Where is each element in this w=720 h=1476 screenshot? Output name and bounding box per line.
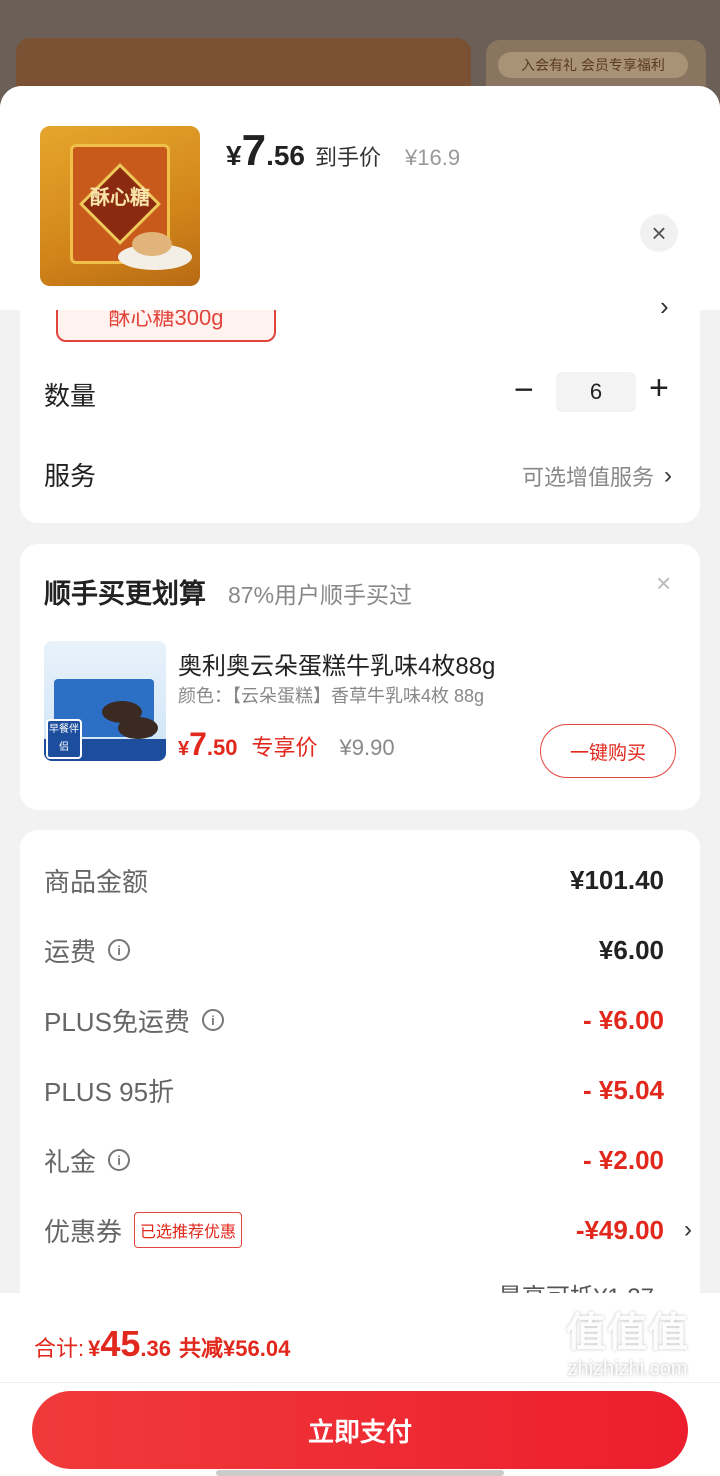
service-label: 服务 <box>44 461 97 491</box>
upsell-product-name[interactable]: 奥利奥云朵蛋糕牛乳味4枚88g <box>178 646 495 681</box>
options-section: 酥心糖300g 数量 − 6 + 服务 可选增值服务 › <box>20 280 700 523</box>
service-hint-text: 可选增值服务 <box>521 465 654 490</box>
total-decimal: .36 <box>140 1336 172 1361</box>
divider <box>0 1382 720 1383</box>
chevron-right-icon: › <box>664 462 672 489</box>
cake-graphic <box>132 232 172 256</box>
upsell-product-spec: 颜色：【云朵蛋糕】香草牛乳味4枚 88g <box>178 686 485 706</box>
product-thumbnail[interactable]: 酥心糖 <box>40 126 200 286</box>
upsell-price-tag: 专享价 <box>251 735 318 760</box>
total-integer: 45 <box>100 1323 141 1364</box>
fee-row-value: ¥101.40 <box>570 864 664 895</box>
upsell-price-integer: 7 <box>189 726 207 762</box>
price-label: 到手价 <box>315 145 382 170</box>
fee-row-label: 运费 i <box>44 932 131 969</box>
home-indicator <box>216 1470 504 1476</box>
fee-row: 礼金 i - ¥2.00 <box>44 1140 664 1180</box>
quantity-label: 数量 <box>44 381 97 411</box>
close-icon[interactable]: × <box>656 568 671 599</box>
upsell-price-decimal: .50 <box>206 735 238 760</box>
info-icon[interactable]: i <box>201 1009 224 1031</box>
upsell-subtitle: 87%用户顺手买过 <box>228 582 413 608</box>
info-icon[interactable]: i <box>108 1149 131 1171</box>
product-image-badge: 早餐伴侣 <box>46 719 82 759</box>
one-click-buy-button[interactable]: 一键购买 <box>540 724 676 778</box>
original-price: ¥16.9 <box>405 145 461 170</box>
fee-label-text: 优惠券 <box>44 1216 123 1247</box>
chevron-right-icon: › <box>684 1216 692 1243</box>
upsell-original-price: ¥9.90 <box>339 735 395 760</box>
total-currency: ¥ <box>88 1336 101 1361</box>
upsell-price-currency: ¥ <box>178 738 190 760</box>
cookie-graphic <box>118 717 158 739</box>
fee-row-label: 商品金额 <box>44 862 148 899</box>
total-saved: 共减¥56.04 <box>179 1336 291 1361</box>
fee-row-label: PLUS 95折 <box>44 1072 174 1109</box>
fee-label-text: PLUS 95折 <box>44 1076 175 1107</box>
info-icon[interactable]: i <box>108 939 131 961</box>
upsell-title: 顺手买更划算 <box>44 579 206 609</box>
watermark-url: zhizhizhi.com <box>567 1358 688 1380</box>
quantity-increase-button[interactable]: + <box>649 368 669 408</box>
upsell-product-image[interactable]: 早餐伴侣 <box>44 641 166 761</box>
checkout-sheet: 酥心糖 ¥ 7 .56 到手价 ¥16.9 × › 酥心糖300g 数量 − 6… <box>0 86 720 1476</box>
price-currency: ¥ <box>226 140 242 171</box>
close-icon[interactable]: × <box>640 214 678 252</box>
product-header: 酥心糖 ¥ 7 .56 到手价 ¥16.9 × › <box>0 86 720 321</box>
fee-row-value: - ¥2.00 <box>583 1144 664 1175</box>
package-text: 酥心糖 <box>90 187 150 209</box>
price-integer: 7 <box>241 126 267 175</box>
member-banner-tag: 入会有礼 会员专享福利 <box>498 52 688 78</box>
chevron-right-icon[interactable]: › <box>660 291 669 322</box>
fee-row-label: PLUS免运费 i <box>44 1002 224 1039</box>
upsell-price: ¥ 7 .50 专享价 ¥9.90 <box>178 726 395 763</box>
quantity-input[interactable]: 6 <box>556 372 636 412</box>
site-watermark: 值值值 zhizhizhi.com <box>566 1300 689 1381</box>
fee-breakdown-section: 商品金额 ¥101.40 运费 i ¥6.00 PLUS免运费 i - ¥6.00 PLUS 9… <box>20 830 700 1310</box>
service-selector[interactable]: 可选增值服务 › <box>522 460 672 492</box>
quantity-decrease-button[interactable]: − <box>514 370 534 410</box>
coupon-recommended-tag: 已选推荐优惠 <box>134 1212 243 1248</box>
fee-row-value: ¥6.00 <box>598 934 664 965</box>
final-price: ¥ 7 .56 到手价 ¥16.9 <box>226 126 460 176</box>
fee-row: PLUS 95折 - ¥5.04 <box>44 1070 664 1110</box>
fee-label-text: 礼金 <box>44 1146 97 1177</box>
upsell-section: 顺手买更划算 87%用户顺手买过 × 早餐伴侣 奥利奥云朵蛋糕牛乳味4枚88g … <box>20 544 700 810</box>
fee-row-value: - ¥5.04 <box>583 1074 664 1105</box>
fee-row: 运费 i ¥6.00 <box>44 930 664 970</box>
fee-row[interactable]: 优惠券 已选推荐优惠 -¥49.00 › <box>44 1210 692 1250</box>
total-label: 合计: <box>34 1336 85 1361</box>
fee-label-text: 运费 <box>44 936 97 967</box>
fee-row-value: -¥49.00 <box>575 1214 664 1245</box>
fee-row-label: 礼金 i <box>44 1142 131 1179</box>
watermark-logo-text: 值值值 <box>566 1311 689 1355</box>
pay-now-button[interactable]: 立即支付 <box>32 1391 688 1469</box>
order-total: 合计: ¥ 45 .36 共减¥56.04 <box>34 1323 290 1365</box>
fee-row-value: - ¥6.00 <box>583 1004 664 1035</box>
fee-row: PLUS免运费 i - ¥6.00 <box>44 1000 664 1040</box>
fee-row: 商品金额 ¥101.40 <box>44 860 664 900</box>
fee-label-text: 商品金额 <box>44 866 149 897</box>
price-decimal: .56 <box>266 140 305 171</box>
fee-row-label: 优惠券 已选推荐优惠 <box>44 1212 243 1249</box>
fee-label-text: PLUS免运费 <box>44 1006 190 1037</box>
